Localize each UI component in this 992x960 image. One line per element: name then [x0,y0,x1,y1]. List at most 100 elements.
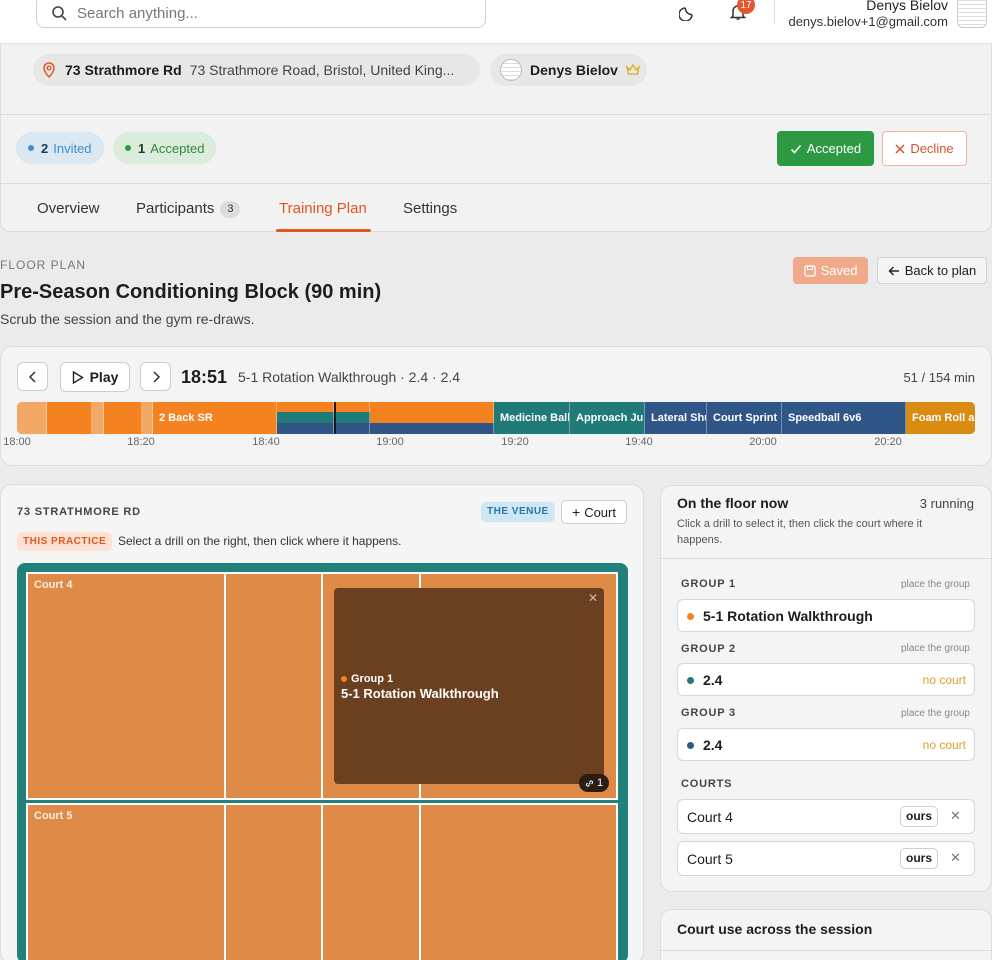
page-title: Pre-Season Conditioning Block (90 min) [0,281,382,303]
group-drill-name: 2.4 [703,737,723,753]
accepted-count: 1 [138,140,146,156]
timeline-segment[interactable] [47,402,92,434]
drill-group: Group 1 [351,673,394,685]
group-3-label: GROUP 3 [681,707,736,719]
location-chip[interactable]: 73 Strathmore Rd 73 Strathmore Road, Bri… [33,54,480,86]
timeline-segment[interactable] [277,412,334,423]
location-pin-icon [43,62,55,78]
plus-icon: + [572,504,581,520]
timeline-tick: 18:40 [252,436,280,448]
user-name[interactable]: Denys Bielov [866,0,948,13]
divider [661,558,991,559]
remove-court-icon[interactable]: ✕ [950,850,961,866]
timeline-segment-foam-roll[interactable]: Foam Roll an [906,402,975,434]
on-floor-help: Click a drill to select it, then click t… [677,518,923,546]
timeline-segment[interactable] [277,402,334,412]
timeline-segment[interactable] [334,412,370,423]
court-line [224,574,226,798]
divider [0,183,990,184]
drill-link-badge[interactable]: 1 [579,774,609,792]
group-dot [341,676,347,682]
timeline-playhead[interactable] [334,402,336,434]
back-to-plan-button[interactable]: Back to plan [877,257,987,284]
tab-overview[interactable]: Overview [37,200,100,217]
timeline-segment[interactable] [334,423,370,434]
timeline-segment[interactable] [277,423,334,434]
accepted-pill[interactable]: 1 Accepted [113,132,217,164]
search-icon [52,6,67,21]
timeline-segment[interactable] [142,402,153,434]
ours-badge: ours [900,806,939,827]
saved-button[interactable]: Saved [793,257,868,284]
court-use-title: Court use across the session [677,921,873,937]
group-1-drill[interactable]: 5-1 Rotation Walkthrough [677,599,975,632]
court-line [224,805,226,960]
dark-mode-toggle[interactable] [677,2,699,22]
timeline-segment-speedball[interactable]: Speedball 6v6 [782,402,906,434]
timeline-tick: 19:00 [376,436,404,448]
court-name: Court 5 [34,810,73,822]
timeline-segment[interactable] [17,402,47,434]
court-line [419,805,421,960]
group-3-hint: place the group [901,708,970,719]
link-icon [585,779,594,787]
drill-group-label: Group 1 [341,673,393,685]
search-input[interactable]: Search anything... [36,0,486,28]
crown-icon [625,64,640,75]
group-1-label: GROUP 1 [681,578,736,590]
invited-dot [28,145,34,151]
timeline-tick: 19:40 [625,436,653,448]
top-bar: Search anything... 17 Denys Bielov denys… [0,0,992,44]
previous-button[interactable] [17,362,48,391]
group-2-drill[interactable]: 2.4 no court [677,663,975,696]
accepted-dot [125,145,131,151]
group-dot [687,677,694,684]
court-line [321,805,323,960]
timeline-segment[interactable] [334,402,370,412]
no-court-status: no court [922,673,966,687]
timeline-track[interactable]: 2 Back SR Medicine Ball Approach Jum Lat… [17,402,975,434]
accepted-button-label: Accepted [806,141,862,156]
timeline-segment[interactable] [92,402,104,434]
tab-participants[interactable]: Participants 3 [136,200,241,218]
timeline-segment-approach-jump[interactable]: Approach Jum [570,402,645,434]
tab-training-plan[interactable]: Training Plan [279,200,367,217]
timeline-segment-back-sr[interactable]: 2 Back SR [153,402,277,434]
timeline-segment[interactable] [370,412,494,423]
practice-badge: THIS PRACTICE [17,532,113,551]
notifications-count: 17 [737,0,755,14]
next-button[interactable] [140,362,171,391]
accepted-button[interactable]: Accepted [777,131,874,166]
timeline-tick: 20:20 [874,436,902,448]
section-eyebrow: FLOOR PLAN [0,258,87,272]
back-button-label: Back to plan [904,263,977,278]
court-row[interactable]: Court 5 ours ✕ [677,841,975,876]
decline-button[interactable]: Decline [882,131,967,166]
timeline-segment-lateral-shuffle[interactable]: Lateral Shu [645,402,707,434]
chevron-right-icon [152,370,160,383]
court-row-name: Court 4 [687,809,733,825]
timeline-segment[interactable] [104,402,142,434]
no-court-status: no court [922,738,966,752]
court-row[interactable]: Court 4 ours ✕ [677,799,975,834]
timeline-segment-medicine-ball[interactable]: Medicine Ball [494,402,570,434]
timeline-segment-court-sprint[interactable]: Court Sprint I [707,402,782,434]
chevron-left-icon [28,370,36,383]
location-name: 73 Strathmore Rd [65,62,182,78]
add-court-label: Court [584,504,616,520]
add-court-button[interactable]: + Court [561,500,627,524]
running-count: 3 running [919,496,974,511]
avatar[interactable] [957,0,987,28]
group-1-hint: place the group [901,579,970,590]
timeline-segment[interactable] [370,402,494,412]
close-icon[interactable]: ✕ [588,591,598,605]
court-5[interactable]: Court 5 [26,803,618,960]
group-3-drill[interactable]: 2.4 no court [677,728,975,761]
invited-pill[interactable]: 2 Invited [16,132,104,164]
owner-chip[interactable]: Denys Bielov [490,54,647,86]
play-button[interactable]: Play [60,362,130,392]
close-icon [895,143,905,154]
remove-court-icon[interactable]: ✕ [950,808,961,824]
timeline-segment[interactable] [370,423,494,434]
tab-settings[interactable]: Settings [403,200,457,217]
